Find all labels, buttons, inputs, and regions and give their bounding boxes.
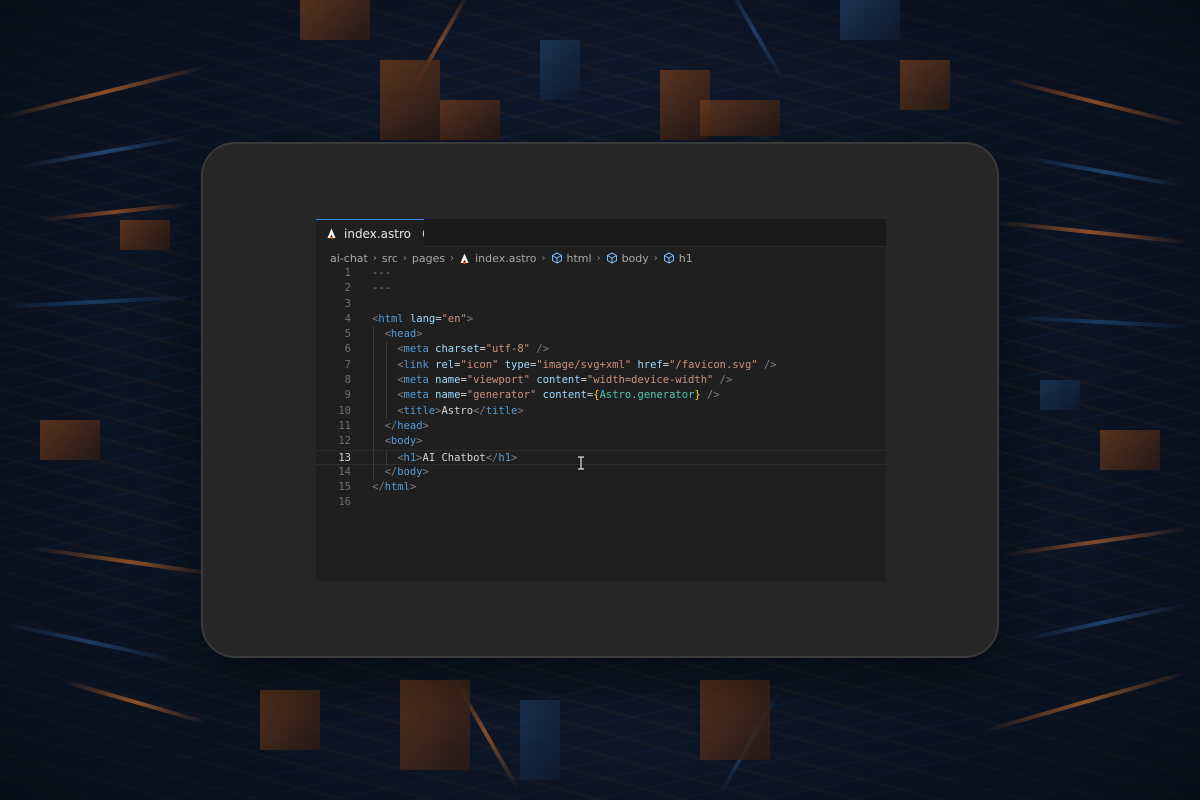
code-text: <meta name="generator" content={Astro.ge… [397,389,720,402]
code-line[interactable]: 5 <head> [316,327,886,343]
astro-logo-icon [459,253,470,264]
breadcrumb-item-index-astro[interactable]: index.astro [459,251,537,265]
indent-guide [385,450,387,466]
indent-guide [373,342,374,358]
tab-index-astro[interactable]: index.astro [316,219,424,247]
code-text: <head> [384,328,423,341]
indent-guide [373,434,374,450]
indent-guide [373,418,374,435]
code-line[interactable]: 12 <body> [316,434,886,450]
line-number: 7 [344,358,351,371]
breadcrumb: ai-chat › src › pages › index.astro › html › body ›… [330,249,693,267]
cube-icon [551,252,563,264]
breadcrumb-item-pages[interactable]: pages [412,252,445,265]
code-text: <link rel="icon" type="image/svg+xml" hr… [397,358,777,371]
indent-guide [373,464,374,481]
code-editor: index.astro ai-chat › src › pages › index.astr… [316,219,886,581]
indent-guide [373,357,374,374]
cube-icon [606,252,618,264]
breadcrumb-label: ai-chat [330,251,368,265]
line-number: 8 [344,374,351,387]
line-number: 10 [338,404,351,417]
code-text: <meta name="viewport" content="width=dev… [397,374,733,387]
code-line[interactable]: 2 --- [316,281,886,296]
line-number: 2 [344,282,351,295]
code-line[interactable]: 13 <h1>AI Chatbot</h1> [316,449,886,466]
breadcrumb-label: pages [411,251,446,265]
code-text: <html lang="en"> [372,312,474,325]
line-number: 14 [338,465,351,478]
code-text: <h1>AI Chatbot</h1> [397,451,518,464]
breadcrumb-item-ai-chat[interactable]: ai-chat [330,252,368,265]
code-text: <meta charset="utf-8" /> [397,343,549,356]
breadcrumb-label: html [566,251,592,265]
code-line[interactable]: 10 <title>Astro</title> [316,403,886,419]
chevron-right-icon: › [402,252,407,264]
chevron-right-icon: › [541,252,546,264]
code-line[interactable]: 3 [316,297,886,312]
indent-guide [373,327,374,343]
indent-guide [373,450,374,466]
chevron-right-icon: › [372,252,377,264]
code-text: --- [372,267,391,279]
line-number: 3 [344,297,351,310]
code-line[interactable]: 9 <meta name="generator" content={Astro.g… [316,388,886,404]
line-number: 6 [344,343,351,356]
breadcrumb-item-html[interactable]: html [551,252,592,265]
tab-bar: index.astro [316,219,886,247]
code-text: --- [372,282,391,295]
code-line[interactable]: 1 --- [316,266,886,281]
line-number: 11 [338,419,351,432]
cube-icon [663,252,675,264]
chevron-right-icon: › [450,252,455,264]
breadcrumb-item-src[interactable]: src [382,252,398,265]
chevron-right-icon: › [596,252,601,264]
indent-guide [385,373,387,389]
code-line[interactable]: 4 <html lang="en"> [316,312,886,327]
indent-guide [385,342,387,358]
line-number: 9 [344,389,351,402]
code-text: </head> [384,419,429,432]
indent-guide [373,388,374,404]
breadcrumb-label: src [381,251,398,265]
text-cursor-icon [576,456,586,470]
line-number: 5 [344,328,351,341]
indent-guide [385,357,387,374]
breadcrumb-item-body[interactable]: body [606,252,649,265]
code-text: <title>Astro</title> [397,404,524,417]
line-number: 12 [338,435,351,448]
tab-label: index.astro [344,226,411,241]
code-line[interactable]: 15 </html> [316,480,886,495]
code-line[interactable]: 14 </body> [316,464,886,481]
code-line[interactable]: 8 <meta name="viewport" content="width=de… [316,373,886,389]
breadcrumb-label: index.astro [475,251,537,265]
code-line[interactable]: 11 </head> [316,418,886,435]
line-number: 16 [338,496,351,509]
indent-guide [385,403,387,419]
line-number: 4 [344,312,351,325]
code-line[interactable]: 16 [316,495,886,510]
code-area[interactable]: 1 --- 2 --- 3 4 <html lang="en"> 5 <head> 6 <meta … [316,266,886,511]
unsaved-dot-icon[interactable] [422,230,424,237]
breadcrumb-label: body [621,251,649,265]
line-number: 15 [338,481,351,494]
line-number: 1 [344,267,351,279]
breadcrumb-label: h1 [678,251,693,265]
code-text: </body> [384,465,429,478]
chevron-right-icon: › [653,252,658,264]
code-line[interactable]: 7 <link rel="icon" type="image/svg+xml" h… [316,357,886,374]
code-text: </html> [372,481,417,494]
indent-guide [373,403,374,419]
line-number: 13 [338,451,351,464]
code-text: <body> [384,435,423,448]
code-line[interactable]: 6 <meta charset="utf-8" /> [316,342,886,358]
indent-guide [373,373,374,389]
indent-guide [385,388,387,404]
astro-logo-icon [326,228,337,239]
breadcrumb-item-h1[interactable]: h1 [663,252,693,265]
